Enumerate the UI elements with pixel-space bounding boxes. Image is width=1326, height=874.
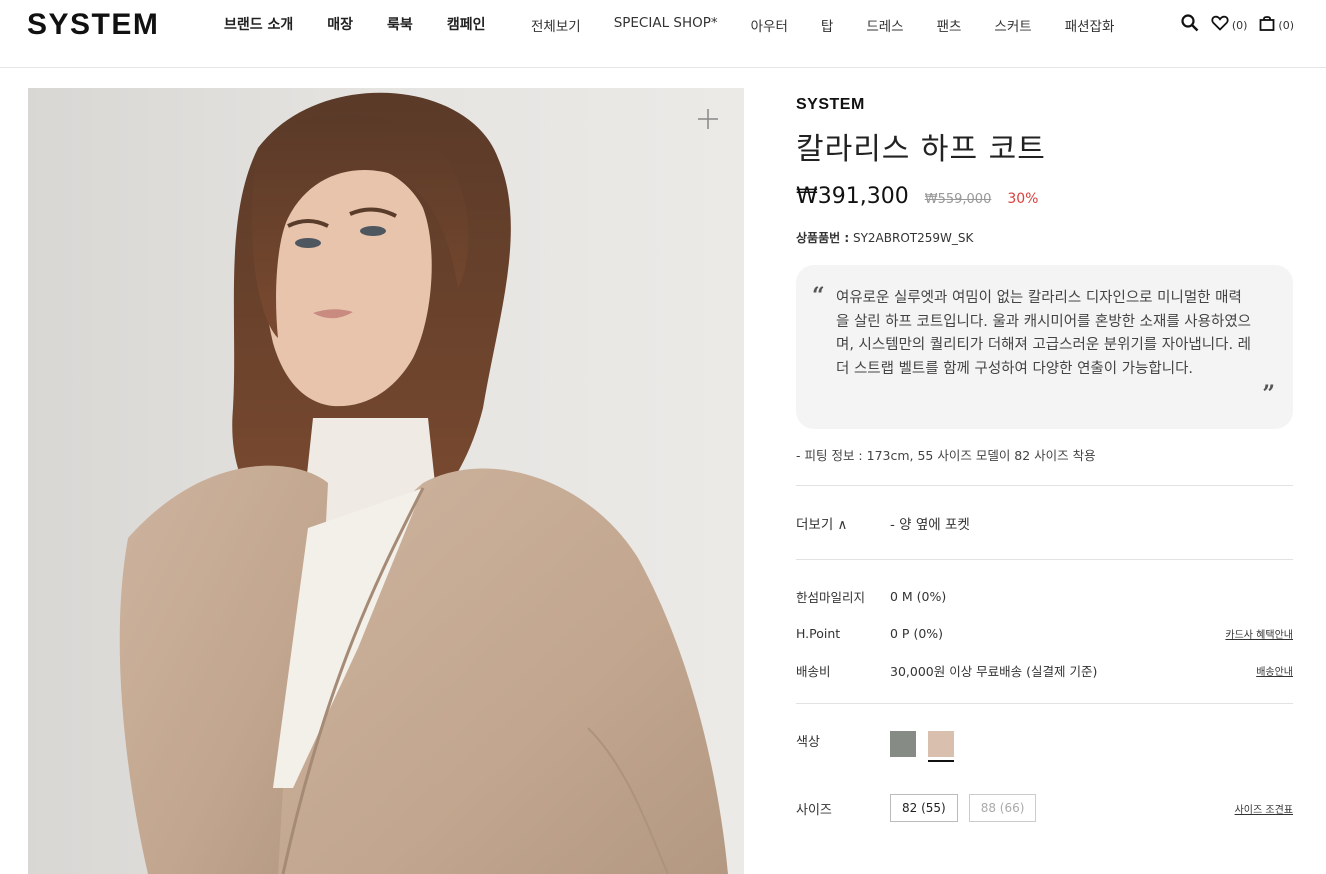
model-photo [119,92,728,874]
nav-brand-intro[interactable]: 브랜드 소개 [224,14,293,34]
nav-dress[interactable]: 드레스 [866,15,903,35]
size-label: 사이즈 [796,802,832,818]
color-option-row: 색상 [796,704,1293,768]
cart-count: (0) [1278,18,1294,32]
site-header: SYSTEM 브랜드 소개 매장 룩북 캠페인 전체보기 SPECIAL SHO… [0,0,1326,68]
size-options: 82 (55) 88 (66) [890,794,1235,822]
discount-rate: 30% [1007,191,1039,207]
nav-top[interactable]: 탑 [821,15,833,35]
nav-campaign[interactable]: 캠페인 [447,14,486,34]
more-details-row: 더보기 ∧ - 양 옆에 포켓 [796,485,1293,560]
search-icon[interactable] [1181,14,1199,36]
cart-button[interactable]: (0) [1259,15,1294,35]
price-row: ₩391,300 ₩559,000 30% [796,184,1293,209]
size-option-88[interactable]: 88 (66) [968,794,1037,822]
shipping-info-link[interactable]: 배송안내 [1256,663,1293,678]
hpoint-row: H.Point 0 P (0%) 카드사 혜택안내 [796,615,1293,652]
product-info: SYSTEM 칼라리스 하프 코트 ₩391,300 ₩559,000 30% … [796,96,1293,822]
fitting-info: - 피팅 정보 : 173cm, 55 사이즈 모델이 82 사이즈 착용 [796,448,1096,463]
more-toggle-button[interactable]: 더보기 ∧ [796,513,890,533]
nav-special-shop[interactable]: SPECIAL SHOP* [614,15,718,35]
product-name: 칼라리스 하프 코트 [796,132,1046,167]
wishlist-button[interactable]: (0) [1211,15,1248,35]
color-swatch-beige[interactable] [928,731,954,762]
nav-outer[interactable]: 아우터 [751,15,788,35]
color-label: 색상 [796,735,820,750]
product-description: “ 여유로운 실루엣과 여밈이 없는 칼라리스 디자인으로 미니멀한 매력을 살… [796,265,1293,429]
sale-price: ₩391,300 [796,184,909,209]
product-code: 상품품번 : SY2ABROT259W_SK [796,229,1293,246]
nav-pants[interactable]: 팬츠 [937,15,962,35]
hpoint-value: 0 P (0%) [890,626,944,641]
shipping-row: 배송비 30,000원 이상 무료배송 (실결제 기준) 배송안내 [796,652,1293,689]
nav-store[interactable]: 매장 [327,14,353,34]
size-chart-link[interactable]: 사이즈 조견표 [1235,801,1293,816]
category-nav: 전체보기 SPECIAL SHOP* 아우터 탑 드레스 팬츠 스커트 패션잡화 [531,15,1147,35]
card-benefit-link[interactable]: 카드사 혜택안내 [1225,626,1293,641]
mileage-label: 한섬마일리지 [796,590,866,605]
zoom-plus-icon[interactable] [698,109,718,129]
color-swatches [890,731,954,762]
size-option-row: 사이즈 82 (55) 88 (66) 사이즈 조견표 [796,794,1293,822]
color-swatch-gray[interactable] [890,731,916,757]
product-brand[interactable]: SYSTEM [796,96,1293,114]
header-utilities: (0) (0) [1181,14,1294,36]
product-code-value: SY2ABROT259W_SK [852,231,974,245]
original-price: ₩559,000 [924,192,992,207]
product-image[interactable] [28,88,744,874]
open-quote-icon: “ [812,283,825,309]
heart-icon [1211,15,1229,35]
hpoint-label: H.Point [796,626,841,641]
benefits-section: 한섬마일리지 0 M (0%) H.Point 0 P (0%) 카드사 혜택안… [796,560,1293,704]
size-option-82[interactable]: 82 (55) [890,794,958,822]
shipping-value: 30,000원 이상 무료배송 (실결제 기준) [890,664,1098,679]
product-code-label: 상품품번 : [796,231,850,245]
mileage-row: 한섬마일리지 0 M (0%) [796,578,1293,615]
nav-lookbook[interactable]: 룩북 [387,14,413,34]
site-logo[interactable]: SYSTEM [27,8,159,42]
nav-skirt[interactable]: 스커트 [994,15,1031,35]
description-text: 여유로운 실루엣과 여밈이 없는 칼라리스 디자인으로 미니멀한 매력을 살린 … [836,290,1251,377]
more-details-text: - 양 옆에 포켓 [890,516,970,533]
primary-nav: 브랜드 소개 매장 룩북 캠페인 [224,14,519,34]
close-quote-icon: ” [1262,381,1275,407]
nav-accessories[interactable]: 패션잡화 [1065,15,1115,35]
mileage-value: 0 M (0%) [890,589,947,604]
shopping-bag-icon [1259,15,1275,35]
wishlist-count: (0) [1231,18,1248,32]
nav-all[interactable]: 전체보기 [531,15,581,35]
shipping-label: 배송비 [796,664,831,679]
